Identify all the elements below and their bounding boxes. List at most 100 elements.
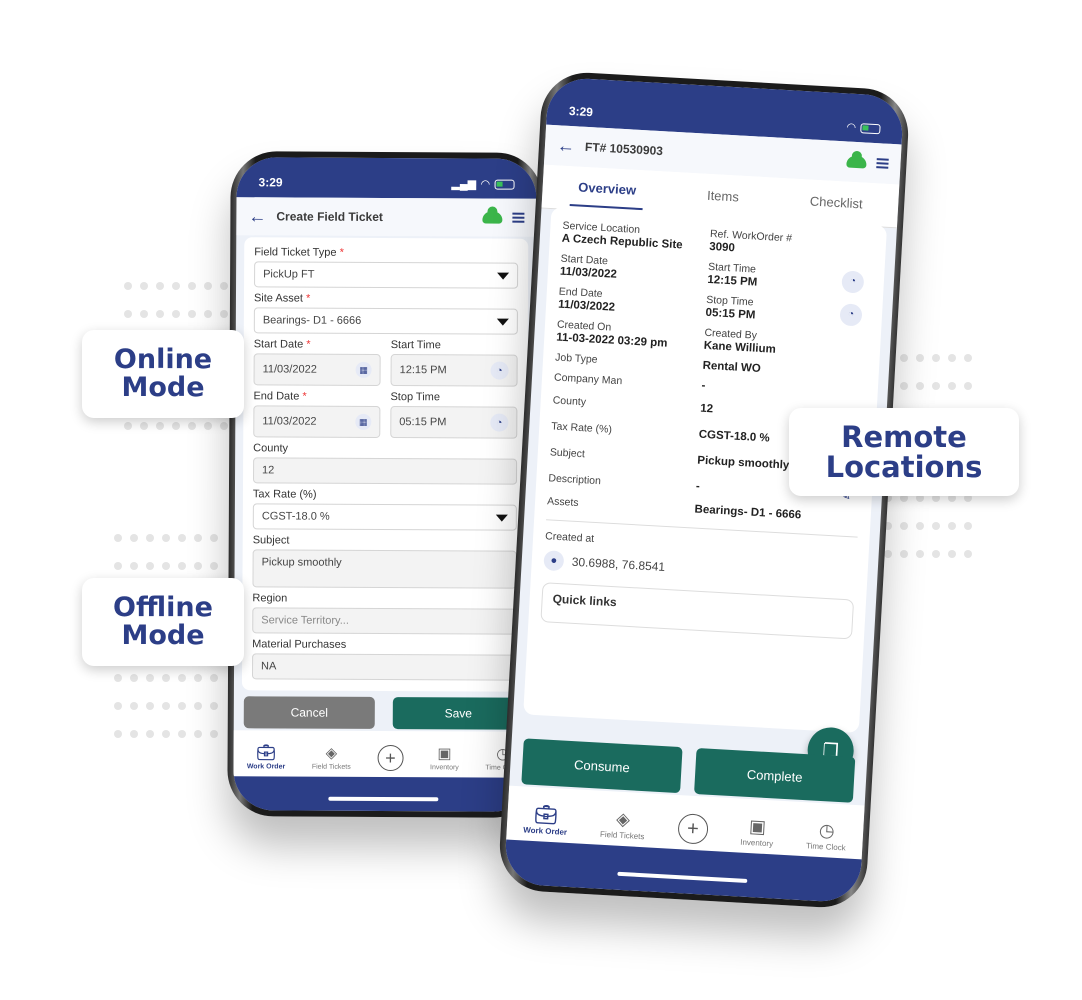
timer-icon[interactable]: ◔ <box>490 413 509 432</box>
material-purchases-label: Material Purchases <box>252 638 347 651</box>
phone-screen: 3:29 ▂▄▆ ◠ ← Create Field Ticket Field T… <box>233 157 537 812</box>
status-time: 3:29 <box>258 175 283 190</box>
nav-field-tickets[interactable]: ◈ Field Tickets <box>312 744 351 771</box>
nav-add[interactable]: + <box>677 813 709 845</box>
callout-line: Offline <box>113 591 213 623</box>
job-type-label: Job Type <box>554 351 598 366</box>
callout-line: Online <box>113 343 213 375</box>
field-ticket-type-label: Field Ticket Type * <box>254 246 344 259</box>
bottom-nav: 💼︎ Work Order ◈ Field Tickets + ▣ Inventory… <box>233 730 534 778</box>
nav-work-order[interactable]: 💼︎ Work Order <box>523 804 568 837</box>
cart-icon: ▣ <box>748 816 767 837</box>
status-bar: 3:29 ▂▄▆ ◠ <box>236 157 537 199</box>
back-arrow-icon[interactable]: ← <box>248 206 266 226</box>
assets-value: Bearings- D1 - 6666 <box>694 503 802 522</box>
timer-icon[interactable]: ◔ <box>839 302 863 327</box>
ticket-icon: ◈ <box>325 744 338 762</box>
stop-time-label: Stop Time <box>390 391 441 404</box>
site-asset-label: Site Asset * <box>253 292 311 305</box>
start-time-label: Start Time <box>390 339 441 352</box>
consume-button[interactable]: Consume <box>521 738 683 794</box>
callout-online-mode: Online Mode <box>82 330 244 418</box>
plus-circle-icon: + <box>677 813 709 845</box>
material-purchases-input[interactable]: NA <box>251 653 517 681</box>
nav-inventory[interactable]: ▣ Inventory <box>430 745 459 771</box>
field-ticket-type-select[interactable]: PickUp FT <box>254 261 519 289</box>
app-bar: ← Create Field Ticket <box>236 197 537 237</box>
subject-label: Subject <box>252 534 290 547</box>
timer-icon[interactable]: ◔ <box>841 269 865 294</box>
tab-overview[interactable]: Overview <box>569 169 646 211</box>
home-indicator[interactable] <box>617 871 748 884</box>
tab-checklist[interactable]: Checklist <box>801 183 872 222</box>
company-man-label: Company Man <box>553 371 623 388</box>
county-input[interactable]: 12 <box>253 457 518 485</box>
nav-add[interactable]: + <box>377 744 404 772</box>
location-pin-icon: ● <box>543 550 565 572</box>
timer-icon[interactable]: ◔ <box>490 361 509 380</box>
assets-label: Assets <box>546 495 579 510</box>
county-label: County <box>253 442 289 455</box>
ticket-icon: ◈ <box>615 808 631 830</box>
plus-circle-icon: + <box>377 744 404 772</box>
subject-textarea[interactable]: Pickup smoothly <box>252 549 517 589</box>
tax-rate-label: Tax Rate (%) <box>550 420 613 436</box>
subject-label: Subject <box>549 446 586 461</box>
company-man-value: - <box>701 379 706 392</box>
clock-icon: ◷ <box>818 819 836 841</box>
description-label: Description <box>548 472 602 488</box>
calendar-icon[interactable]: ▦ <box>355 413 372 430</box>
tax-rate-select[interactable]: CGST-18.0 % <box>252 503 517 531</box>
end-date-field[interactable]: 11/03/2022 ▦ <box>253 405 381 438</box>
job-type-value: Rental WO <box>702 359 762 375</box>
complete-button[interactable]: Complete <box>694 747 856 803</box>
briefcase-icon: 💼︎ <box>534 804 559 826</box>
phone-create-field-ticket: 3:29 ▂▄▆ ◠ ← Create Field Ticket Field T… <box>227 151 543 818</box>
tax-rate-label: Tax Rate (%) <box>252 488 317 501</box>
start-date-field[interactable]: 11/03/2022 ▦ <box>253 353 381 386</box>
callout-line: Remote <box>841 419 967 454</box>
callout-line: Locations <box>825 450 983 484</box>
battery-icon <box>860 122 881 134</box>
end-date-label: End Date * <box>253 390 307 403</box>
save-button[interactable]: Save <box>392 697 524 730</box>
field-ticket-form: Field Ticket Type * PickUp FT Site Asset… <box>241 237 529 692</box>
nav-inventory[interactable]: ▣ Inventory <box>740 816 775 848</box>
region-input[interactable]: Service Territory... <box>252 607 517 635</box>
status-time: 3:29 <box>568 103 594 120</box>
hamburger-menu-icon[interactable] <box>876 158 889 169</box>
region-label: Region <box>252 592 288 605</box>
nav-time-clock[interactable]: ◷ Time Clock <box>806 820 847 852</box>
start-date-label: Start Date * <box>253 338 311 351</box>
battery-icon <box>494 179 515 190</box>
quick-links-panel[interactable]: Quick links <box>540 582 855 640</box>
chevron-down-icon <box>497 272 510 280</box>
stop-time-field[interactable]: 05:15 PM ◔ <box>390 406 518 439</box>
briefcase-icon: 💼︎ <box>256 744 276 762</box>
page-title: Create Field Ticket <box>276 209 383 224</box>
hamburger-menu-icon[interactable] <box>512 212 525 223</box>
callout-offline-mode: Offline Mode <box>82 578 244 666</box>
back-arrow-icon[interactable]: ← <box>556 135 575 156</box>
callout-line: Mode <box>121 372 205 403</box>
cloud-sync-icon[interactable] <box>846 155 867 169</box>
callout-remote-locations: Remote Locations <box>789 408 1019 496</box>
tab-items[interactable]: Items <box>698 177 748 215</box>
coordinates: 30.6988, 76.8541 <box>571 554 666 574</box>
cart-icon: ▣ <box>437 745 452 763</box>
nav-field-tickets[interactable]: ◈ Field Tickets <box>600 808 646 842</box>
page-title: FT# 10530903 <box>584 139 664 159</box>
cancel-button[interactable]: Cancel <box>243 696 375 729</box>
chevron-down-icon <box>496 318 509 326</box>
calendar-icon[interactable]: ▦ <box>355 361 372 378</box>
wifi-icon: ◠ <box>481 178 490 191</box>
start-time-field[interactable]: 12:15 PM ◔ <box>390 354 518 387</box>
callout-line: Mode <box>121 620 205 651</box>
wifi-icon: ◠ <box>846 121 856 134</box>
site-asset-select[interactable]: Bearings- D1 - 6666 <box>253 307 518 335</box>
home-indicator[interactable] <box>328 796 439 802</box>
home-indicator-area <box>233 776 534 812</box>
cloud-sync-icon[interactable] <box>482 211 503 224</box>
signal-icon: ▂▄▆ <box>451 178 477 191</box>
nav-work-order[interactable]: 💼︎ Work Order <box>247 744 286 770</box>
